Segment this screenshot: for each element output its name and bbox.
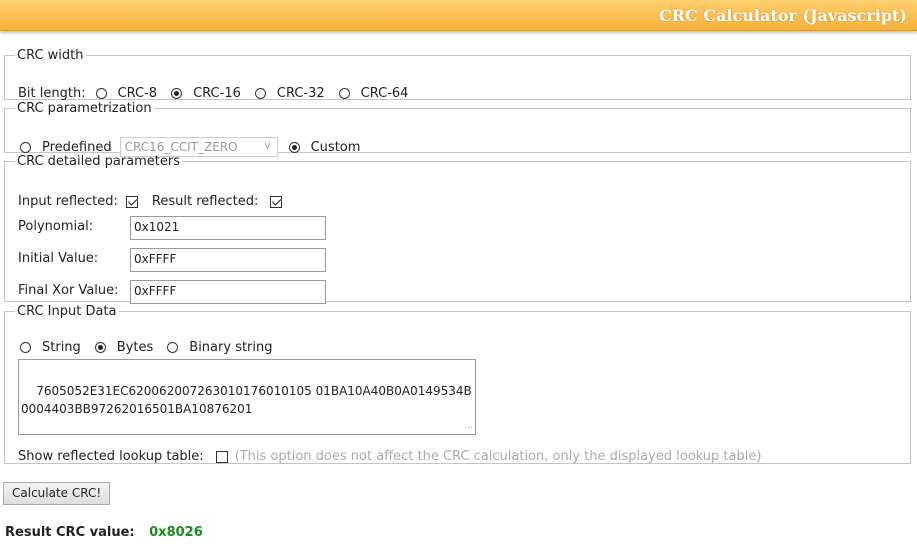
bytes-label: Bytes bbox=[116, 340, 154, 355]
chevron-down-icon: ∨ bbox=[263, 139, 272, 152]
predefined-radio[interactable] bbox=[20, 141, 31, 153]
polynomial-input[interactable]: 0x1021 bbox=[130, 216, 326, 240]
crc-width-fieldset: CRC width Bit length: CRC-8 CRC-16 CRC-3… bbox=[4, 48, 911, 101]
predefined-select-value: CRC16_CCIT_ZERO bbox=[124, 140, 238, 154]
final-xor-input[interactable]: 0xFFFF bbox=[130, 280, 326, 304]
lookup-table-label: Show reflected lookup table: bbox=[18, 449, 204, 464]
result-value: 0x8026 bbox=[149, 525, 203, 540]
crc64-radio[interactable] bbox=[338, 88, 350, 99]
reflection-row: Input reflected: Result reflected: bbox=[18, 194, 290, 209]
crc16-label: CRC-16 bbox=[193, 86, 241, 101]
lookup-table-row: Show reflected lookup table: (This optio… bbox=[18, 449, 761, 464]
result-line: Result CRC value: 0x8026 bbox=[5, 525, 203, 540]
initial-value-label: Initial Value: bbox=[18, 251, 99, 266]
crc16-radio[interactable] bbox=[171, 88, 183, 99]
bit-length-row: Bit length: CRC-8 CRC-16 CRC-32 CRC-64 bbox=[18, 86, 420, 101]
crc8-label: CRC-8 bbox=[117, 86, 158, 101]
result-reflected-checkbox[interactable] bbox=[270, 195, 283, 208]
input-data-text: 7605052E31EC620062007263010176010105 01B… bbox=[21, 384, 472, 416]
resize-grip-icon[interactable]: ⋯ bbox=[464, 424, 473, 433]
polynomial-label: Polynomial: bbox=[18, 219, 94, 234]
result-label: Result CRC value: bbox=[5, 525, 135, 540]
header-bar: CRC Calculator (Javascript) bbox=[0, 0, 917, 31]
bit-length-label: Bit length: bbox=[18, 86, 86, 101]
custom-label: Custom bbox=[310, 139, 361, 155]
crc8-radio[interactable] bbox=[95, 88, 107, 99]
string-radio[interactable] bbox=[20, 342, 31, 353]
predefined-label: Predefined bbox=[42, 139, 112, 155]
crc-input-data-legend: CRC Input Data bbox=[17, 304, 117, 319]
string-label: String bbox=[42, 340, 81, 355]
page-title: CRC Calculator (Javascript) bbox=[659, 6, 907, 25]
custom-radio[interactable] bbox=[288, 141, 300, 153]
crc-detailed-parameters-fieldset: CRC detailed parameters Input reflected:… bbox=[4, 154, 911, 304]
crc-parametrization-fieldset: CRC parametrization Predefined CRC16_CCI… bbox=[4, 101, 911, 157]
initial-value-input[interactable]: 0xFFFF bbox=[130, 248, 326, 272]
result-reflected-label: Result reflected: bbox=[151, 194, 259, 209]
calculate-crc-button[interactable]: Calculate CRC! bbox=[3, 482, 111, 505]
crc-detailed-parameters-legend: CRC detailed parameters bbox=[17, 154, 180, 169]
lookup-table-checkbox[interactable] bbox=[215, 450, 228, 463]
crc64-label: CRC-64 bbox=[360, 86, 409, 101]
crc32-label: CRC-32 bbox=[276, 86, 325, 101]
input-data-textarea[interactable]: 7605052E31EC620062007263010176010105 01B… bbox=[18, 359, 476, 435]
input-reflected-checkbox[interactable] bbox=[125, 195, 138, 208]
crc-input-data-fieldset: CRC Input Data String Bytes Binary strin… bbox=[4, 304, 911, 464]
crc-width-legend: CRC width bbox=[17, 48, 84, 63]
binary-string-label: Binary string bbox=[189, 340, 273, 355]
bytes-radio[interactable] bbox=[94, 342, 106, 353]
crc32-radio[interactable] bbox=[254, 88, 266, 99]
lookup-table-note: (This option does not affect the CRC cal… bbox=[234, 449, 762, 464]
input-reflected-label: Input reflected: bbox=[18, 194, 118, 209]
binary-string-radio[interactable] bbox=[167, 342, 179, 353]
crc-parametrization-legend: CRC parametrization bbox=[17, 101, 152, 116]
input-type-row: String Bytes Binary string bbox=[18, 340, 285, 355]
final-xor-label: Final Xor Value: bbox=[18, 283, 119, 298]
